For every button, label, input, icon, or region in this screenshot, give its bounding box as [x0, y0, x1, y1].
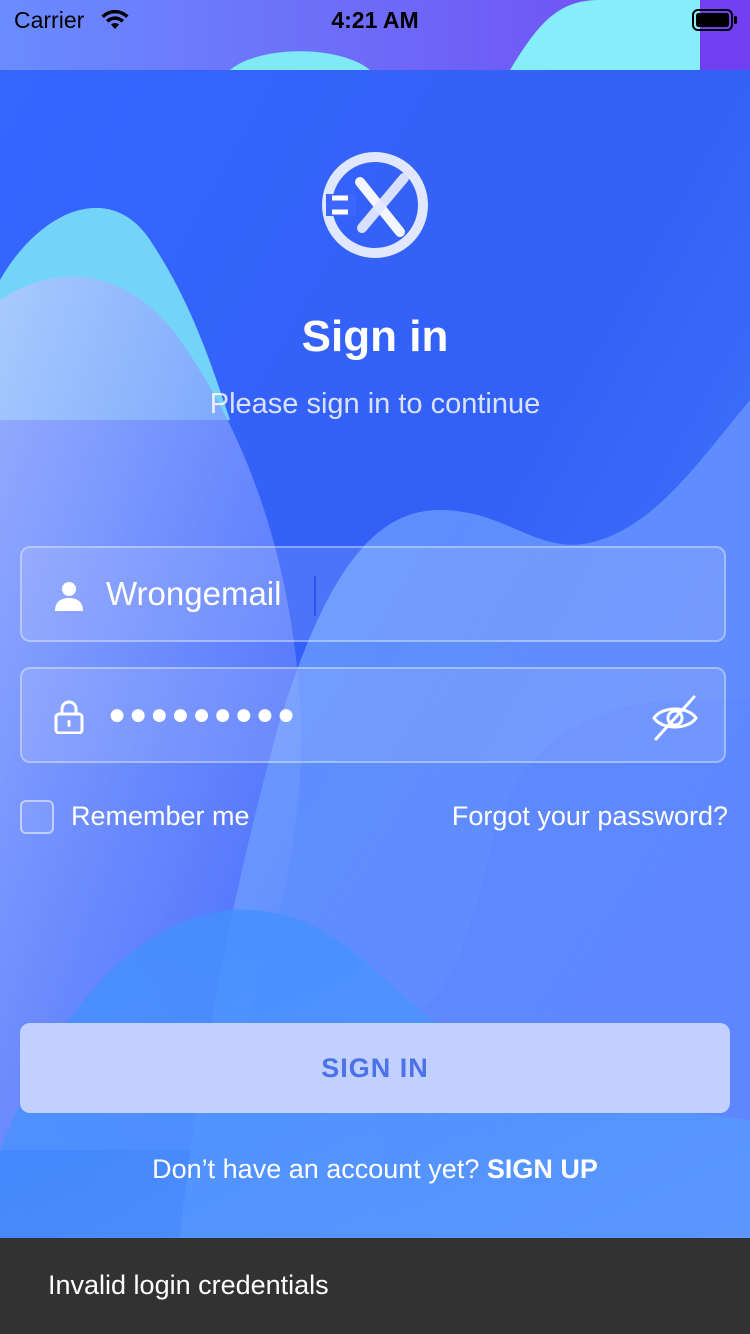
remember-me-label[interactable]: Remember me: [71, 801, 250, 832]
eye-off-icon[interactable]: [650, 693, 700, 743]
sign-up-link[interactable]: SIGN UP: [487, 1154, 598, 1184]
email-input[interactable]: Wrongemail: [106, 548, 626, 640]
remember-me-checkbox[interactable]: [20, 800, 54, 834]
sign-in-button[interactable]: SIGN IN: [20, 1023, 730, 1113]
page-subtitle: Please sign in to continue: [209, 388, 541, 420]
user-icon: [55, 582, 83, 611]
sign-in-screen: Carrier 4:21 AM Sign in Please sign in t…: [0, 0, 750, 1334]
lock-icon: [54, 700, 84, 734]
signup-prompt-text: Don’t have an account yet?: [152, 1154, 487, 1184]
signup-prompt-row: Don’t have an account yet? SIGN UP: [0, 1154, 750, 1185]
password-field[interactable]: ●●●●●●●●●: [20, 667, 726, 763]
status-bar: Carrier 4:21 AM: [0, 0, 750, 40]
clock: 4:21 AM: [331, 7, 419, 33]
page-title: Sign in: [301, 312, 449, 361]
password-input[interactable]: ●●●●●●●●●: [108, 693, 298, 737]
error-snackbar: Invalid login credentials: [0, 1238, 750, 1334]
battery-icon: [692, 9, 737, 31]
text-caret: [314, 576, 316, 616]
app-logo-icon: [322, 152, 428, 258]
email-field[interactable]: Wrongemail: [20, 546, 726, 642]
forgot-password-link[interactable]: Forgot your password?: [452, 801, 728, 832]
snackbar-message: Invalid login credentials: [48, 1270, 329, 1300]
